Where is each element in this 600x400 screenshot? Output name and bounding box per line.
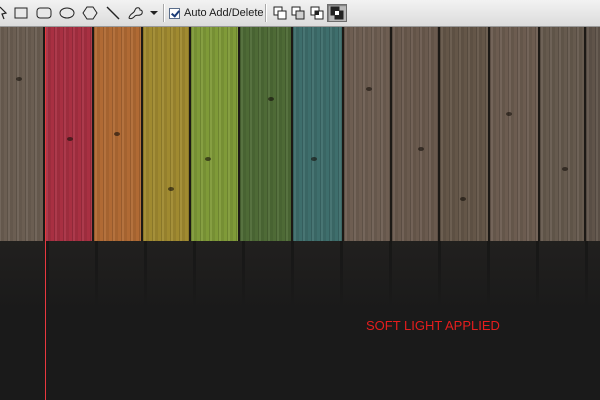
intersect-path-icon[interactable]	[309, 4, 325, 22]
plank	[586, 27, 600, 241]
plank	[94, 27, 143, 241]
options-toolbar: Auto Add/Delete	[0, 0, 600, 27]
exclude-overlap-icon[interactable]	[327, 4, 347, 22]
dark-floor-area	[0, 241, 600, 400]
toolbar-divider	[163, 4, 165, 22]
plank	[490, 27, 540, 241]
rounded-rectangle-tool-icon[interactable]	[35, 4, 53, 22]
plank	[191, 27, 240, 241]
add-to-path-icon[interactable]	[272, 4, 288, 22]
ellipse-tool-icon[interactable]	[58, 4, 76, 22]
rectangle-tool-icon[interactable]	[13, 4, 29, 22]
path-selection-icon[interactable]	[0, 4, 10, 22]
plank	[0, 27, 45, 241]
auto-add-delete-option[interactable]: Auto Add/Delete	[169, 4, 264, 22]
auto-add-delete-label: Auto Add/Delete	[184, 7, 264, 19]
subtract-from-path-icon[interactable]	[290, 4, 306, 22]
wood-planks-image	[0, 27, 600, 241]
plank	[392, 27, 440, 241]
shape-options-dropdown[interactable]	[149, 4, 159, 22]
plank	[540, 27, 586, 241]
plank	[293, 27, 344, 241]
auto-add-delete-checkbox[interactable]	[169, 7, 180, 19]
plank	[440, 27, 490, 241]
plank	[143, 27, 191, 241]
plank	[45, 27, 94, 241]
plank	[240, 27, 293, 241]
vertical-guide-line[interactable]	[45, 27, 46, 400]
line-tool-icon[interactable]	[104, 4, 122, 22]
toolbar-divider	[265, 4, 267, 22]
plank	[344, 27, 392, 241]
chevron-down-icon	[150, 11, 158, 15]
custom-shape-tool-icon[interactable]	[126, 4, 146, 22]
layer-caption: SOFT LIGHT APPLIED	[366, 318, 500, 333]
polygon-tool-icon[interactable]	[81, 4, 99, 22]
